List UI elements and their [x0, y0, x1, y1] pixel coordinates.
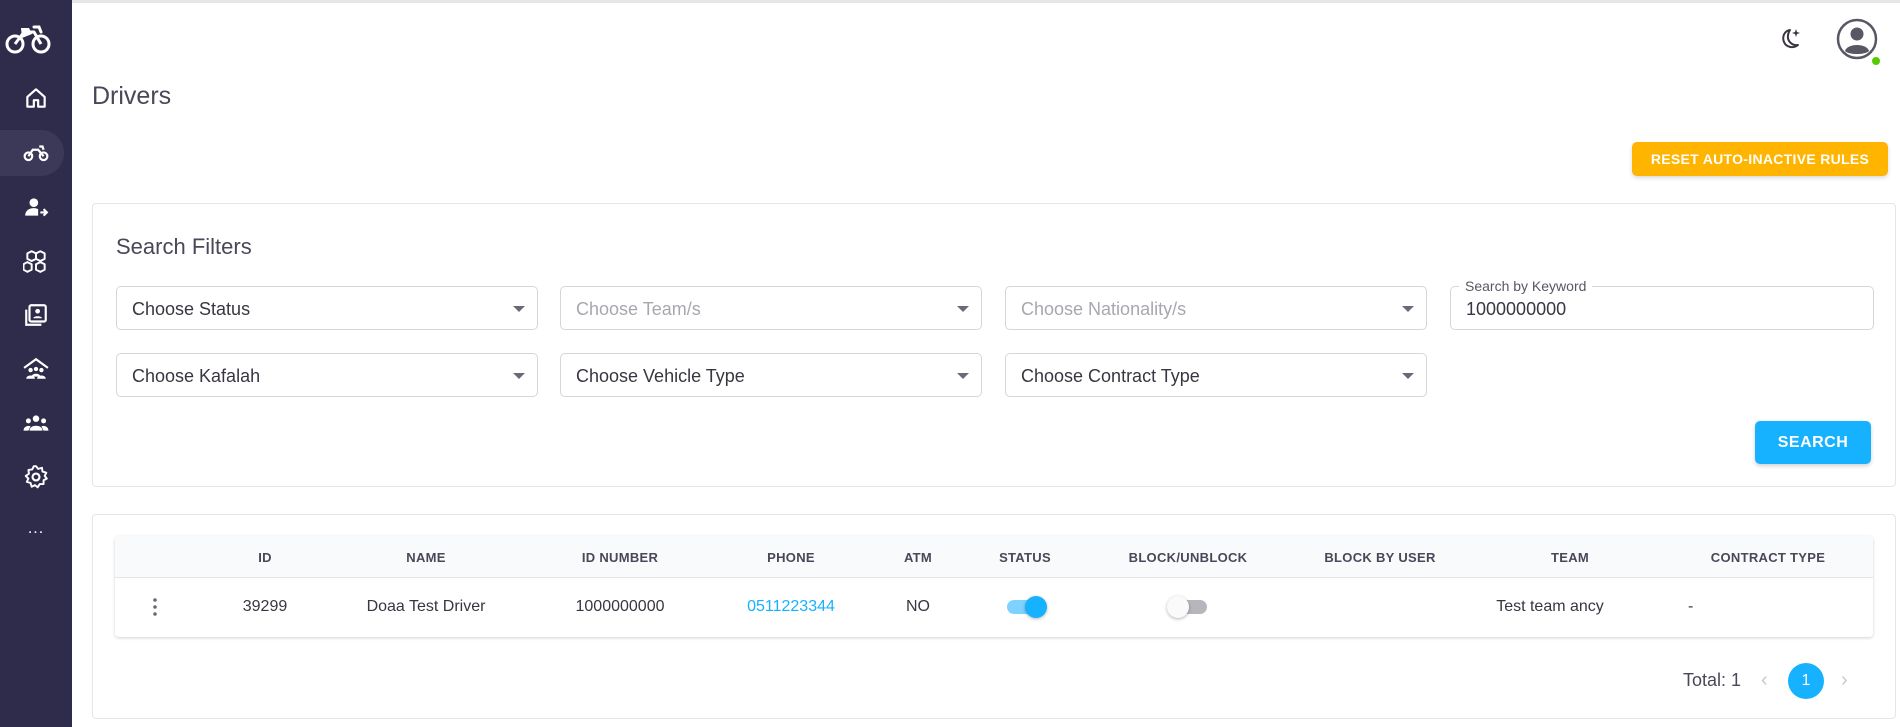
caret-down-icon: [1402, 373, 1414, 379]
row-actions-menu-icon[interactable]: [151, 597, 159, 617]
column-header-status[interactable]: STATUS: [999, 550, 1051, 565]
caret-down-icon: [513, 306, 525, 312]
cell-contract-type: -: [1688, 598, 1694, 615]
drivers-table-card: ID NAME ID NUMBER PHONE ATM STATUS BLOCK…: [92, 514, 1896, 719]
keyword-search-value: 1000000000: [1466, 299, 1567, 319]
motorcycle-logo-icon[interactable]: [4, 18, 52, 58]
caret-down-icon: [957, 306, 969, 312]
contract-type-select[interactable]: Choose Contract Type: [1005, 353, 1427, 397]
status-toggle-knob: [1025, 596, 1047, 618]
top-border: [0, 0, 1900, 3]
shelter-people-icon: [23, 357, 49, 379]
user-assign-icon: [25, 198, 49, 217]
vehicle-type-select-value: Choose Vehicle Type: [576, 366, 745, 386]
drivers-table: ID NAME ID NUMBER PHONE ATM STATUS BLOCK…: [115, 536, 1873, 637]
block-unblock-toggle[interactable]: [1167, 596, 1209, 618]
status-toggle[interactable]: [1005, 596, 1047, 618]
sidebar-item-more[interactable]: ...: [8, 506, 64, 552]
page-title: Drivers: [92, 82, 172, 110]
contract-type-select-value: Choose Contract Type: [1021, 366, 1200, 386]
nationality-select-placeholder: Choose Nationality/s: [1021, 299, 1187, 319]
cell-name: Doaa Test Driver: [366, 598, 486, 615]
column-header-atm[interactable]: ATM: [904, 550, 932, 565]
column-header-block-by-user[interactable]: BLOCK BY USER: [1324, 550, 1435, 565]
pagination: Total: 1 ‹ 1 ›: [1683, 659, 1883, 699]
kafalah-select-value: Choose Kafalah: [132, 366, 261, 386]
cell-id-number: 1000000000: [575, 598, 665, 615]
sidebar-item-groups[interactable]: [8, 400, 64, 446]
cell-phone-link[interactable]: 0511223344: [747, 598, 835, 616]
boxes-icon: [23, 250, 46, 273]
reset-auto-inactive-rules-button[interactable]: RESET AUTO-INACTIVE RULES: [1632, 142, 1888, 176]
online-status-dot: [1871, 56, 1881, 66]
sidebar: ...: [0, 0, 72, 727]
column-header-block-unblock[interactable]: BLOCK/UNBLOCK: [1129, 550, 1248, 565]
caret-down-icon: [1402, 306, 1414, 312]
chevron-right-icon[interactable]: ›: [1841, 669, 1848, 692]
table-header: ID NAME ID NUMBER PHONE ATM STATUS BLOCK…: [115, 536, 1873, 578]
team-select-placeholder: Choose Team/s: [576, 299, 701, 319]
vehicle-type-select[interactable]: Choose Vehicle Type: [560, 353, 982, 397]
column-header-id[interactable]: ID: [258, 550, 272, 565]
contacts-book-icon: [25, 304, 47, 326]
user-avatar-icon[interactable]: [1836, 18, 1878, 60]
column-header-id-number[interactable]: ID NUMBER: [582, 550, 658, 565]
total-count: Total: 1: [1683, 670, 1742, 690]
nationality-select[interactable]: Choose Nationality/s: [1005, 286, 1427, 330]
page-button-current[interactable]: 1: [1788, 663, 1824, 699]
group-icon: [23, 415, 49, 431]
cell-id: 39299: [242, 598, 288, 615]
search-filters-card: Search Filters Choose Status Choose Team…: [92, 203, 1896, 487]
moon-icon[interactable]: [1776, 24, 1806, 54]
chevron-left-icon[interactable]: ‹: [1761, 669, 1768, 692]
status-select[interactable]: Choose Status: [116, 286, 538, 330]
home-icon: [26, 88, 46, 108]
block-toggle-knob: [1167, 596, 1189, 618]
column-header-name[interactable]: NAME: [406, 550, 445, 565]
sidebar-item-drivers[interactable]: [0, 130, 64, 176]
sidebar-item-shelter[interactable]: [8, 346, 64, 392]
motorcycle-icon: [23, 145, 49, 162]
kafalah-select[interactable]: Choose Kafalah: [116, 353, 538, 397]
team-select[interactable]: Choose Team/s: [560, 286, 982, 330]
gear-icon: [24, 465, 48, 489]
keyword-search-label: Search by Keyword: [1459, 278, 1593, 294]
search-button[interactable]: SEARCH: [1755, 421, 1871, 464]
column-header-contract-type[interactable]: CONTRACT TYPE: [1711, 550, 1825, 565]
caret-down-icon: [957, 373, 969, 379]
keyword-search-input[interactable]: Search by Keyword 1000000000: [1450, 278, 1874, 330]
caret-down-icon: [513, 373, 525, 379]
cell-atm: NO: [906, 598, 930, 615]
sidebar-item-home[interactable]: [8, 75, 64, 121]
table-row: 39299 Doaa Test Driver 1000000000 051122…: [115, 578, 1873, 636]
column-header-team[interactable]: TEAM: [1551, 550, 1589, 565]
column-header-phone[interactable]: PHONE: [767, 550, 815, 565]
sidebar-item-inventory[interactable]: [8, 238, 64, 284]
search-filters-title: Search Filters: [116, 234, 252, 259]
cell-team: Test team ancy: [1496, 598, 1604, 615]
sidebar-item-contacts[interactable]: [8, 292, 64, 338]
more-label: ...: [27, 520, 45, 537]
sidebar-item-assign[interactable]: [8, 184, 64, 230]
status-select-value: Choose Status: [132, 299, 251, 319]
sidebar-item-settings[interactable]: [8, 454, 64, 500]
